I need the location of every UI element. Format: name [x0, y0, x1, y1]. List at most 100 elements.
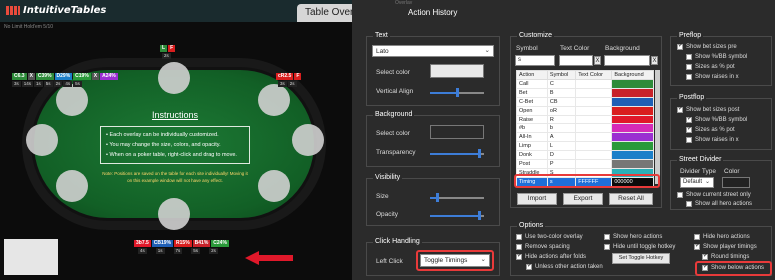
- divider-color-swatch[interactable]: [722, 177, 750, 188]
- row-background: [611, 87, 654, 98]
- table-row[interactable]: Call C: [516, 79, 654, 89]
- preflop-show-bet-sizes[interactable]: Show bet sizes pre: [677, 42, 737, 50]
- table-row[interactable]: #b b: [516, 123, 654, 134]
- background-input[interactable]: [604, 55, 650, 66]
- preflop-raises-x[interactable]: Show raises in x: [686, 74, 739, 80]
- hide-hero-actions[interactable]: Hide hero actions: [694, 234, 750, 240]
- transparency-fill: [430, 153, 478, 155]
- postflop-raises-x[interactable]: Show raises in x: [686, 137, 739, 143]
- postflop-sizes-pot[interactable]: Sizes as % pot: [686, 125, 735, 133]
- show-current-street-only[interactable]: Show current street only: [677, 192, 751, 198]
- hud-left[interactable]: C6.3 X C39% D29% C19% X A24%: [12, 73, 118, 80]
- bg-color-swatch[interactable]: [430, 125, 484, 139]
- use-two-color-overlay[interactable]: Use two-color overlay: [516, 234, 583, 240]
- row-symbol: A: [546, 132, 577, 143]
- reset-all-button[interactable]: Reset All: [609, 193, 653, 205]
- table-row[interactable]: C-Bet CB: [516, 96, 654, 107]
- clear-text-color-button[interactable]: X: [594, 56, 601, 65]
- hide-actions-after-folds[interactable]: Hide actions after folds: [516, 252, 586, 260]
- hud-top-row2: 2s: [162, 53, 171, 59]
- logo-icon: [6, 5, 20, 15]
- symbol-input[interactable]: s: [515, 55, 555, 66]
- checkbox[interactable]: [677, 105, 683, 113]
- checkbox[interactable]: [516, 252, 522, 260]
- hud-stat-sub: 2s: [209, 248, 218, 254]
- import-button[interactable]: Import: [517, 193, 557, 205]
- seat-right[interactable]: [292, 124, 324, 156]
- preflop-sizes-pot[interactable]: Sizes as % pot: [686, 64, 735, 70]
- seat-top-left[interactable]: [56, 84, 88, 116]
- checkbox[interactable]: [686, 64, 692, 70]
- vertical-align-slider[interactable]: [456, 88, 459, 97]
- show-hero-actions[interactable]: Show hero actions: [604, 234, 662, 240]
- checkbox[interactable]: [604, 234, 610, 240]
- show-player-timings[interactable]: Show player timings: [694, 242, 757, 250]
- table-row[interactable]: Donk D: [516, 150, 654, 161]
- font-select[interactable]: Lato: [372, 45, 494, 57]
- postflop-show-bet-sizes[interactable]: Show bet sizes post: [677, 105, 739, 113]
- round-timings[interactable]: Round timings: [702, 252, 749, 260]
- checkbox[interactable]: [686, 125, 692, 133]
- row-text-color: [575, 96, 613, 107]
- row-background: [611, 114, 654, 125]
- game-subtitle: No Limit Hold'em 5/10: [4, 24, 54, 30]
- checkbox[interactable]: [702, 252, 708, 260]
- checkbox[interactable]: [516, 244, 522, 250]
- row-text-color: [575, 150, 613, 161]
- checkbox[interactable]: [686, 115, 692, 123]
- checkbox[interactable]: [694, 242, 700, 250]
- text-color-swatch[interactable]: [430, 64, 484, 78]
- table-row[interactable]: All-In A: [516, 132, 654, 143]
- hide-until-toggle-hotkey[interactable]: Hide until toggle hotkey: [604, 244, 675, 250]
- table-row[interactable]: Open oR: [516, 105, 654, 116]
- checkbox[interactable]: [604, 244, 610, 250]
- hud-right[interactable]: cR2.5 F: [276, 73, 302, 80]
- postflop-bb-symbol[interactable]: Show %/BB symbol: [686, 115, 747, 123]
- hud-stat: C19%: [73, 73, 91, 80]
- seat-bottom[interactable]: [158, 198, 190, 230]
- hud-stat-sub: 3s: [278, 81, 287, 87]
- seat-bottom-right[interactable]: [258, 170, 290, 202]
- background-group: Background: [366, 111, 500, 167]
- size-slider[interactable]: [436, 193, 439, 202]
- preflop-bb-symbol[interactable]: Show %/BB symbol: [686, 54, 747, 60]
- opacity-slider[interactable]: [478, 211, 481, 220]
- show-all-hero-actions[interactable]: Show all hero actions: [686, 201, 752, 207]
- seat-bottom-left[interactable]: [56, 170, 88, 202]
- export-button[interactable]: Export: [563, 193, 603, 205]
- checkbox[interactable]: [694, 234, 700, 240]
- hud-stat-sub: 5s: [43, 81, 53, 87]
- table-row[interactable]: Raise R: [516, 114, 654, 125]
- row-action: Bet: [516, 87, 548, 98]
- action-table-scrollbar[interactable]: [655, 70, 660, 184]
- text-color-input[interactable]: [559, 55, 593, 66]
- table-row[interactable]: Bet B: [516, 87, 654, 98]
- checkbox[interactable]: [677, 42, 683, 50]
- transparency-slider[interactable]: [478, 149, 481, 158]
- checkbox[interactable]: [526, 262, 532, 270]
- seat-top-right[interactable]: [258, 84, 290, 116]
- row-text-color: [575, 123, 613, 134]
- table-row[interactable]: Limp L: [516, 141, 654, 152]
- divider-type-select[interactable]: Default: [680, 177, 714, 188]
- table-row[interactable]: Post P: [516, 159, 654, 169]
- row-action: Call: [516, 79, 548, 89]
- checkbox[interactable]: [686, 74, 692, 80]
- checkbox[interactable]: [686, 54, 692, 60]
- clear-background-button[interactable]: X: [651, 56, 658, 65]
- hud-top[interactable]: L F: [160, 45, 176, 52]
- row-background: [611, 96, 654, 107]
- group-label: Options: [517, 222, 546, 229]
- seat-top[interactable]: [158, 62, 190, 94]
- unless-other-action-taken[interactable]: Unless other action taken: [526, 262, 603, 270]
- checkbox[interactable]: [677, 192, 683, 198]
- row-background: [611, 141, 654, 152]
- vertical-align-fill: [430, 92, 456, 94]
- set-toggle-hotkey-button[interactable]: Set Toggle Hotkey: [612, 253, 670, 264]
- checkbox[interactable]: [686, 201, 692, 207]
- seat-left[interactable]: [26, 124, 58, 156]
- checkbox[interactable]: [686, 137, 692, 143]
- remove-spacing[interactable]: Remove spacing: [516, 244, 570, 250]
- checkbox[interactable]: [516, 234, 522, 240]
- hud-bottom[interactable]: 3b7.5 CB19% R15% B41% C24%: [134, 240, 229, 247]
